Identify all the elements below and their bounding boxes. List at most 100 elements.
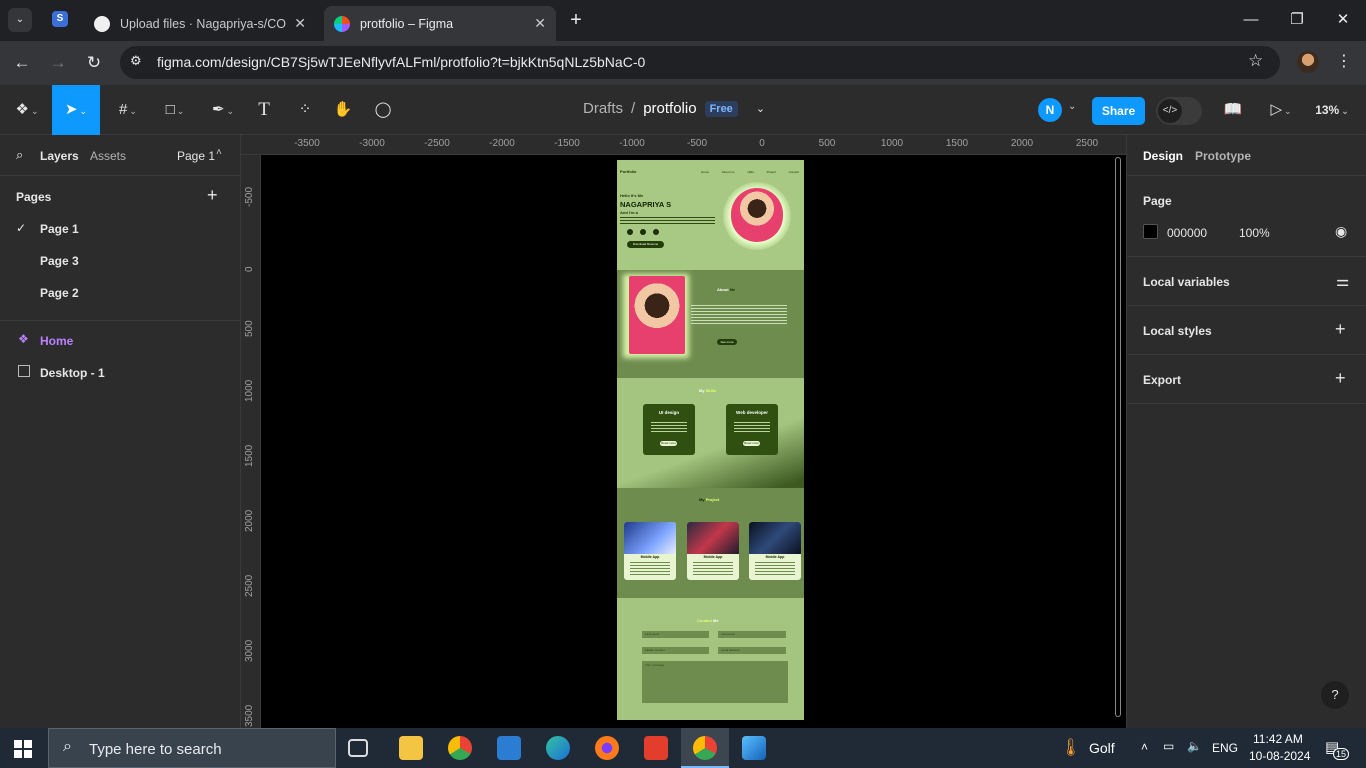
page-item-page-3[interactable]: Page 3 [40,254,79,268]
close-tab-icon[interactable]: ✕ [294,15,306,32]
variables-icon[interactable]: ⚌ [1336,272,1349,290]
breadcrumb-drafts[interactable]: Drafts [583,100,623,117]
hero-name: NAGAPRIYA S [620,200,672,209]
tab-github[interactable]: Upload files · Nagapriya-s/COD ✕ [84,6,316,41]
chevron-up-icon[interactable]: ˄ [216,147,222,158]
vertical-scrollbar[interactable] [1115,157,1121,717]
minimize-button[interactable]: — [1237,8,1265,32]
maximize-button[interactable]: ❐ [1283,8,1311,32]
language-indicator[interactable]: ENG [1212,741,1238,755]
contact-title-text: Contact [697,618,712,623]
firefox-icon[interactable] [595,736,619,760]
page-opacity-value[interactable]: 100% [1239,226,1270,240]
profile-avatar[interactable] [1297,51,1319,73]
file-explorer-icon[interactable] [399,736,423,760]
project-section: My Project Mobile App Mobile App Mobile … [617,488,804,598]
hand-tool-icon[interactable]: ✋ [333,98,353,122]
battery-icon[interactable]: ▭ [1163,739,1174,753]
portfolio-frame[interactable]: Portfolio Home About me skills Project C… [617,160,804,720]
skill-card-text [734,422,770,433]
page-color-swatch[interactable] [1143,224,1158,239]
photos-icon[interactable] [742,736,766,760]
site-info-icon[interactable]: ⚙ [130,53,142,69]
forward-button[interactable]: → [45,51,71,75]
page-item-page-2[interactable]: Page 2 [40,286,79,300]
frame-logo: Portfolio [620,169,637,174]
tab-layers[interactable]: Layers [40,149,79,163]
task-view-icon[interactable] [348,739,368,757]
tab-figma[interactable]: protfolio – Figma ✕ [324,6,556,41]
tab-assets[interactable]: Assets [90,149,126,163]
library-book-icon[interactable]: 📖 [1222,98,1244,122]
contact-first-name: First name [642,631,709,638]
wps-office-icon[interactable] [644,736,668,760]
browser-menu-icon[interactable]: ⋮ [1336,51,1352,71]
design-canvas[interactable]: -3500 -3000 -2500 -2000 -1500 -1000 -500 0 500 10… [241,135,1126,728]
text-tool-icon[interactable]: T [254,98,274,122]
back-button[interactable]: ← [9,51,35,75]
clock-date[interactable]: 10-08-2024 [1249,749,1310,763]
new-tab-button[interactable]: + [566,8,586,32]
bookmark-star-icon[interactable]: ☆ [1248,51,1263,71]
layer-home[interactable]: Home [40,334,73,348]
frame-tool-icon[interactable]: # ⌄ [112,98,144,122]
local-variables-label[interactable]: Local variables [1143,275,1230,289]
dev-mode-toggle[interactable]: </> [1156,97,1202,125]
eye-icon[interactable]: ◉ [1335,223,1347,240]
page-item-page-1[interactable]: Page 1 [40,222,79,236]
zoom-dropdown[interactable]: 13% ⌄ [1310,98,1354,122]
url-text[interactable]: figma.com/design/CB7Sj5wTJEeNflyvfALFml/… [157,54,645,70]
add-page-icon[interactable]: + [207,185,218,206]
shape-tool-icon[interactable]: □ ⌄ [158,98,192,122]
pen-tool-icon[interactable]: ✒ ⌄ [206,98,240,122]
chevron-up-icon[interactable]: ˄ [1141,740,1148,754]
frame-nav: Home About me skills Project Contact [701,170,799,174]
help-button[interactable]: ? [1321,681,1349,709]
export-label[interactable]: Export [1143,373,1181,387]
design-panel: Design Prototype Page 000000 100% ◉ Loca… [1126,135,1366,728]
weather-text[interactable]: Golf [1089,740,1115,756]
mail-icon[interactable] [497,736,521,760]
chevron-down-icon[interactable]: ⌄ [1068,101,1076,112]
plan-badge[interactable]: Free [704,100,738,117]
present-play-icon[interactable]: ▷ ⌄ [1264,98,1298,122]
edge-icon[interactable] [546,736,570,760]
tab-prototype[interactable]: Prototype [1195,149,1251,163]
close-window-button[interactable]: ✕ [1329,8,1357,32]
move-tool-icon[interactable]: ➤ ⌄ [52,85,100,135]
layers-panel: ⌕ Layers Assets Page 1 ˄ Pages + ✓ Page … [0,135,241,728]
page-selector[interactable]: Page 1 [177,149,215,163]
share-button[interactable]: Share [1092,97,1145,125]
omnibox[interactable]: ⚙ figma.com/design/CB7Sj5wTJEeNflyvfALFm… [120,46,1280,79]
chrome-profile-icon[interactable] [693,736,717,760]
local-styles-label[interactable]: Local styles [1143,324,1212,338]
nav-about: About me [721,170,735,174]
windows-start-icon[interactable] [14,740,32,758]
weather-icon[interactable]: 🌡 [1060,738,1082,758]
pinned-tab-icon[interactable]: S [52,11,68,27]
clock-time[interactable]: 11:42 AM [1253,732,1303,746]
comment-tool-icon[interactable]: ◯ [373,98,393,122]
taskbar-search[interactable]: ⌕ Type here to search [48,728,336,768]
ruler-tick-label: -3000 [359,138,385,149]
reload-button[interactable]: ↻ [81,51,107,75]
skill-card-title: Web developer [736,410,768,415]
skill-card-text [651,422,687,433]
layer-desktop-1[interactable]: Desktop - 1 [40,366,105,380]
skill-card-title: UI design [658,410,680,415]
resources-icon[interactable]: ⁘ [295,98,315,122]
tab-search-button[interactable]: ⌄ [8,8,32,32]
search-icon[interactable]: ⌕ [16,147,23,163]
close-tab-icon[interactable]: ✕ [534,15,546,32]
add-style-icon[interactable]: + [1335,319,1346,340]
chrome-icon[interactable] [448,736,472,760]
main-menu-icon[interactable]: ❖ ⌄ [12,98,42,122]
page-color-value[interactable]: 000000 [1167,226,1207,240]
volume-icon[interactable]: 🔈 [1187,739,1202,753]
chevron-down-icon[interactable]: ⌄ [756,102,765,115]
add-export-icon[interactable]: + [1335,368,1346,389]
tab-design[interactable]: Design [1143,149,1183,163]
about-description [691,305,787,325]
file-name[interactable]: protfolio [643,100,696,117]
user-avatar[interactable]: N [1038,98,1062,122]
